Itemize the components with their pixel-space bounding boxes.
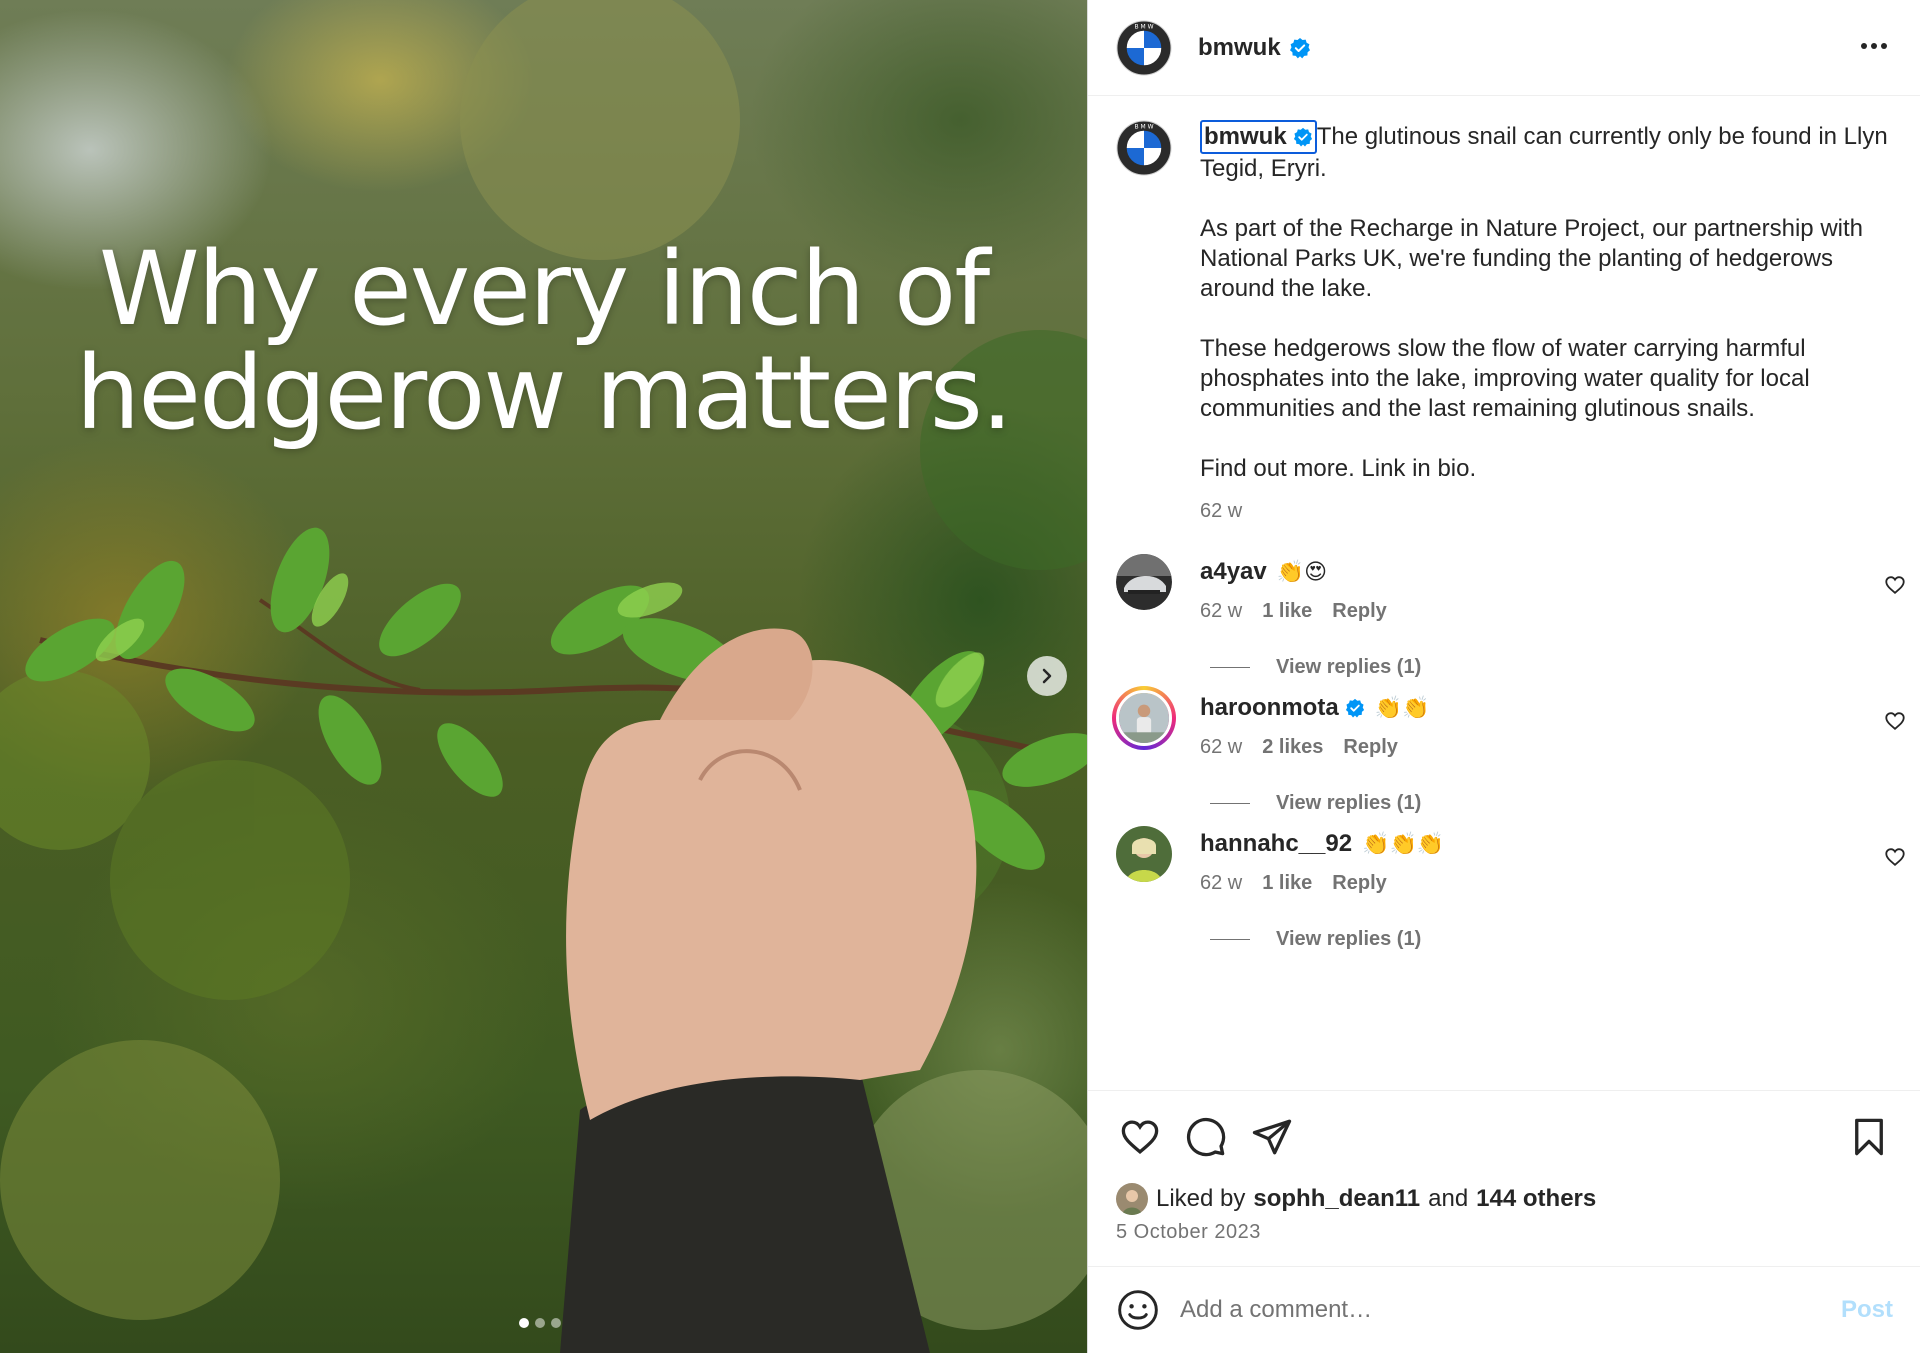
avatar-image — [1116, 690, 1172, 746]
caption-timestamp[interactable]: 62 w — [1200, 496, 1900, 526]
avatar-photo — [1119, 693, 1169, 743]
comment-icon — [1186, 1117, 1226, 1157]
liked-by-user[interactable]: sophh_dean11 — [1253, 1185, 1420, 1213]
avatar-hannahc__92[interactable] — [1116, 826, 1172, 882]
comment-text: 👏👏 — [1374, 695, 1430, 720]
save-button[interactable] — [1845, 1113, 1893, 1161]
bmw-avatar[interactable]: B M W — [1116, 20, 1172, 76]
header-username[interactable]: bmwuk — [1198, 34, 1311, 62]
header-username-text[interactable]: bmwuk — [1198, 34, 1281, 62]
post-date[interactable]: 5 October 2023 — [1116, 1221, 1261, 1244]
carousel-indicator — [519, 1318, 561, 1328]
reply-button[interactable]: Reply — [1332, 600, 1386, 623]
reply-button[interactable]: Reply — [1343, 736, 1397, 759]
heart-icon[interactable] — [1884, 574, 1906, 596]
comment-text: 👏😍 — [1276, 559, 1328, 584]
comment-body: haroonmota 👏👏 62 w 2 likes Reply — [1200, 694, 1429, 759]
comments-section[interactable]: B M W bmwuk The glutinous snail can curr… — [1088, 96, 1920, 1090]
chevron-right-icon — [1042, 668, 1052, 684]
caption-username-text[interactable]: bmwuk — [1204, 122, 1287, 152]
heart-icon[interactable] — [1884, 710, 1906, 732]
post-header: B M W bmwuk — [1088, 0, 1920, 96]
post-media[interactable]: Why every inch of hedgerow matters. — [0, 0, 1087, 1353]
view-replies-label[interactable]: View replies (1) — [1276, 792, 1421, 815]
comment-likes[interactable]: 1 like — [1262, 872, 1312, 895]
comment-user: a4yav 👏😍 — [1200, 558, 1387, 586]
headline-line-2: hedgerow matters. — [75, 334, 1014, 453]
caption-paragraph: As part of the Recharge in Nature Projec… — [1200, 215, 1863, 302]
caption-paragraph: These hedgerows slow the flow of water c… — [1200, 335, 1810, 422]
add-comment-bar: Post — [1088, 1266, 1920, 1353]
comment-likes[interactable]: 2 likes — [1262, 736, 1323, 759]
liker-avatar[interactable] — [1116, 1183, 1148, 1215]
bmw-avatar[interactable]: B M W — [1116, 120, 1172, 176]
post-sidebar: B M W bmwuk B M W bmwuk The glutinous sn… — [1087, 0, 1920, 1353]
comment-input[interactable] — [1180, 1296, 1820, 1324]
more-horizontal-icon — [1861, 43, 1887, 49]
caption-text: bmwuk The glutinous snail can currently … — [1200, 120, 1900, 526]
headline-line-1: Why every inch of — [98, 230, 990, 349]
liked-by-and: and — [1428, 1185, 1469, 1212]
replies-divider — [1210, 939, 1250, 940]
comment-text: 👏👏👏 — [1362, 831, 1445, 856]
share-button[interactable] — [1248, 1113, 1296, 1161]
carousel-dot — [551, 1318, 561, 1328]
view-replies-button[interactable]: View replies (1) — [1210, 928, 1421, 951]
more-options-button[interactable] — [1856, 28, 1892, 64]
comment-meta: 62 w 2 likes Reply — [1200, 736, 1429, 759]
carousel-dot-active — [519, 1318, 529, 1328]
comment-body: hannahc__92 👏👏👏 62 w 1 like Reply — [1200, 830, 1444, 895]
view-replies-label[interactable]: View replies (1) — [1276, 928, 1421, 951]
verified-badge-icon — [1289, 37, 1310, 58]
comment-username[interactable]: a4yav — [1200, 558, 1267, 586]
replies-divider — [1210, 667, 1250, 668]
liked-by-prefix: Liked by — [1156, 1185, 1246, 1212]
replies-divider — [1210, 803, 1250, 804]
comment-user: hannahc__92 👏👏👏 — [1200, 830, 1444, 858]
comment-time[interactable]: 62 w — [1200, 872, 1242, 895]
send-icon — [1252, 1119, 1292, 1155]
caption-paragraph: Find out more. Link in bio. — [1200, 455, 1477, 482]
comment-meta: 62 w 1 like Reply — [1200, 872, 1444, 895]
reply-button[interactable]: Reply — [1332, 872, 1386, 895]
view-replies-button[interactable]: View replies (1) — [1210, 792, 1421, 815]
comment-time[interactable]: 62 w — [1200, 736, 1242, 759]
post-actions: Liked by sophh_dean11 and 144 others 5 O… — [1088, 1090, 1920, 1266]
caption-username[interactable]: bmwuk — [1200, 120, 1317, 154]
next-slide-button[interactable] — [1027, 656, 1067, 696]
comment-item: hannahc__92 👏👏👏 62 w 1 like Reply View r… — [1116, 826, 1906, 996]
comment-button[interactable] — [1182, 1113, 1230, 1161]
avatar-a4yav[interactable] — [1116, 554, 1172, 610]
avatar-haroonmota[interactable] — [1112, 686, 1176, 750]
action-icons — [1116, 1113, 1296, 1161]
media-headline: Why every inch of hedgerow matters. — [0, 238, 1087, 446]
bookmark-icon — [1855, 1118, 1883, 1156]
liked-by: Liked by sophh_dean11 and 144 others — [1116, 1183, 1596, 1215]
svg-text:B M W: B M W — [1134, 23, 1153, 30]
comment-username[interactable]: hannahc__92 — [1200, 830, 1352, 858]
comment-likes[interactable]: 1 like — [1262, 600, 1312, 623]
heart-icon — [1121, 1120, 1159, 1155]
view-replies-label[interactable]: View replies (1) — [1276, 656, 1421, 679]
carousel-dot — [535, 1318, 545, 1328]
liked-by-others[interactable]: 144 others — [1476, 1185, 1596, 1213]
comment-meta: 62 w 1 like Reply — [1200, 600, 1387, 623]
hedgerow-photo — [0, 0, 1087, 1353]
svg-text:B M W: B M W — [1134, 124, 1153, 131]
comment-user: haroonmota 👏👏 — [1200, 694, 1429, 722]
emoji-icon[interactable] — [1116, 1288, 1160, 1332]
comment-time[interactable]: 62 w — [1200, 600, 1242, 623]
view-replies-button[interactable]: View replies (1) — [1210, 656, 1421, 679]
verified-badge-icon — [1293, 127, 1312, 147]
comment-username[interactable]: haroonmota — [1200, 694, 1339, 722]
heart-icon[interactable] — [1884, 846, 1906, 868]
post-comment-button[interactable]: Post — [1841, 1296, 1893, 1324]
verified-badge-icon — [1345, 698, 1364, 718]
like-button[interactable] — [1116, 1113, 1164, 1161]
comment-body: a4yav 👏😍 62 w 1 like Reply — [1200, 558, 1387, 623]
